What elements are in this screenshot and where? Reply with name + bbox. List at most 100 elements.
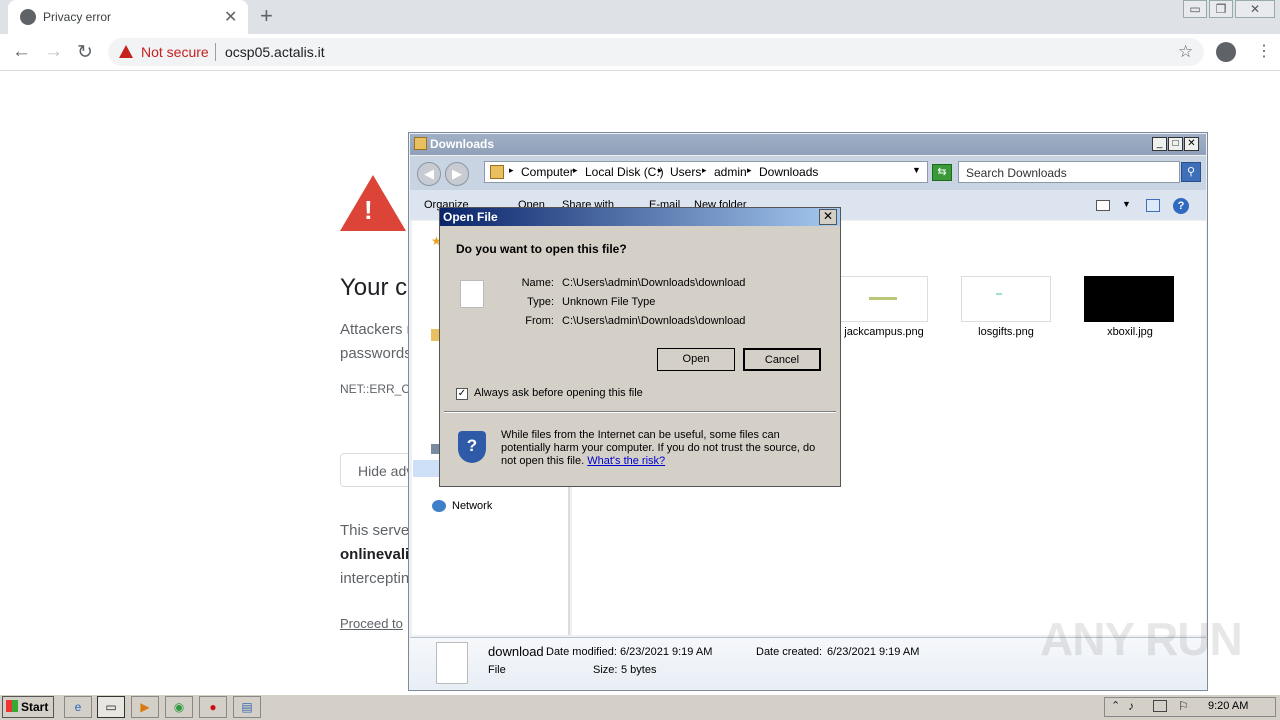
name-label: Name:: [521, 277, 554, 289]
address-dropdown-icon[interactable]: ▼: [912, 165, 921, 175]
network-tray-icon[interactable]: [1153, 700, 1167, 712]
from-label: From:: [525, 315, 554, 327]
file-thumbnail-losgifts[interactable]: [961, 276, 1051, 322]
breadcrumb-computer[interactable]: Computer: [521, 165, 574, 179]
search-icon[interactable]: ⚲: [1181, 162, 1201, 182]
tray-expand-icon[interactable]: ⌃: [1111, 699, 1120, 712]
chevron-icon: ▸: [658, 165, 663, 175]
details-created-label: Date created:: [756, 646, 823, 658]
new-tab-icon[interactable]: +: [260, 3, 273, 29]
file-icon: [436, 642, 468, 684]
refresh-icon[interactable]: ⇆: [932, 164, 952, 181]
explorer-title: Downloads: [410, 134, 1206, 155]
whats-the-risk-link[interactable]: What's the risk?: [587, 455, 665, 467]
forward-icon[interactable]: →: [44, 41, 63, 63]
divider: [215, 43, 216, 61]
chevron-icon: ▸: [702, 165, 707, 175]
explorer-taskbar-icon[interactable]: ▭: [97, 696, 125, 718]
windows-logo-icon: [6, 700, 18, 712]
file-icon: [460, 280, 484, 308]
breadcrumb-downloads[interactable]: Downloads: [759, 165, 818, 179]
explorer-close-icon[interactable]: ✕: [1184, 137, 1199, 151]
chrome-taskbar-icon[interactable]: ◉: [165, 696, 193, 718]
type-value: Unknown File Type: [562, 296, 656, 308]
error-code: NET::ERR_C: [340, 382, 411, 396]
file-thumbnail-xboxil[interactable]: [1084, 276, 1174, 322]
taskbar-clock[interactable]: 9:20 AM: [1208, 700, 1248, 712]
breadcrumb-admin[interactable]: admin: [714, 165, 747, 179]
media-player-taskbar-icon[interactable]: ▶: [131, 696, 159, 718]
type-label: Type:: [527, 296, 554, 308]
error-warning-icon: [340, 175, 406, 231]
exclamation-icon: !: [364, 195, 373, 225]
folder-icon: [490, 165, 504, 179]
preview-pane-icon[interactable]: [1146, 199, 1160, 212]
network-icon: [432, 500, 446, 512]
dialog-close-icon[interactable]: ✕: [819, 209, 837, 225]
dialog-question: Do you want to open this file?: [456, 242, 627, 256]
opera-taskbar-icon[interactable]: ●: [199, 696, 227, 718]
details-file-type: File: [488, 664, 506, 676]
search-input[interactable]: Search Downloads: [958, 161, 1180, 183]
file-name-losgifts[interactable]: losgifts.png: [951, 326, 1061, 338]
thumbnail-preview: [869, 297, 897, 300]
chevron-icon: ▸: [573, 165, 578, 175]
always-ask-label[interactable]: Always ask before opening this file: [474, 387, 643, 399]
watermark: ANY RUN: [1040, 613, 1243, 665]
explorer-back-icon[interactable]: ◀: [417, 162, 441, 186]
file-name-xboxil[interactable]: xboxil.jpg: [1075, 326, 1185, 338]
close-tab-icon[interactable]: ✕: [224, 7, 237, 27]
views-icon[interactable]: [1096, 200, 1110, 211]
notepad-taskbar-icon[interactable]: ▤: [233, 696, 261, 718]
open-button[interactable]: Open: [657, 348, 735, 371]
file-thumbnail-jackcampus[interactable]: [838, 276, 928, 322]
paragraph-line: This server: [340, 522, 415, 539]
tab-title: Privacy error: [43, 10, 112, 24]
nav-network[interactable]: Network: [452, 500, 492, 512]
selected-nav-item[interactable]: [413, 460, 439, 477]
security-shield-icon: ?: [458, 431, 486, 463]
action-center-flag-icon[interactable]: ⚐: [1178, 699, 1189, 713]
tab-privacy-error[interactable]: Privacy error ✕: [8, 0, 248, 34]
paragraph-line: interceptin: [340, 570, 410, 587]
globe-icon: [20, 9, 36, 25]
reload-icon[interactable]: ↻: [77, 41, 93, 64]
warning-icon: [119, 45, 133, 58]
details-size-value: 5 bytes: [621, 664, 657, 676]
file-name-jackcampus[interactable]: jackcampus.png: [829, 326, 939, 338]
paragraph-line: onlinevali: [340, 546, 410, 563]
details-modified-value: 6/23/2021 9:19 AM: [620, 646, 713, 658]
paragraph-line: Attackers r: [340, 321, 412, 338]
volume-icon[interactable]: ♪: [1128, 699, 1134, 713]
menu-icon[interactable]: ⋮: [1256, 41, 1272, 61]
breadcrumb-local-disk[interactable]: Local Disk (C:): [585, 165, 664, 179]
name-value: C:\Users\admin\Downloads\download: [562, 277, 746, 289]
folder-icon: [414, 137, 427, 150]
thumbnail-preview: [996, 293, 1002, 295]
paragraph-line: passwords: [340, 345, 412, 362]
minimize-icon[interactable]: ▭: [1183, 0, 1207, 18]
close-window-icon[interactable]: ✕: [1235, 0, 1275, 18]
cancel-button[interactable]: Cancel: [743, 348, 821, 371]
bookmark-star-icon[interactable]: ☆: [1178, 42, 1193, 62]
chevron-icon: ▸: [509, 165, 514, 175]
breadcrumb-users[interactable]: Users: [670, 165, 701, 179]
page-title: Your c: [340, 274, 408, 301]
always-ask-checkbox[interactable]: ✓: [456, 388, 468, 400]
account-icon[interactable]: [1216, 42, 1236, 62]
details-size-label: Size:: [593, 664, 618, 676]
details-created-value: 6/23/2021 9:19 AM: [827, 646, 920, 658]
url-text[interactable]: ocsp05.actalis.it: [225, 44, 325, 60]
ie-taskbar-icon[interactable]: e: [64, 696, 92, 718]
help-icon[interactable]: ?: [1173, 198, 1189, 214]
explorer-minimize-icon[interactable]: _: [1152, 137, 1167, 151]
security-info: While files from the Internet can be use…: [501, 429, 827, 468]
views-dropdown-icon[interactable]: ▼: [1122, 199, 1131, 209]
proceed-link[interactable]: Proceed to: [340, 616, 403, 631]
explorer-forward-icon[interactable]: ▶: [445, 162, 469, 186]
dialog-divider: [444, 411, 836, 413]
not-secure-label[interactable]: Not secure: [141, 44, 209, 60]
back-icon[interactable]: ←: [12, 41, 31, 63]
explorer-maximize-icon[interactable]: □: [1168, 137, 1183, 151]
restore-icon[interactable]: ❐: [1209, 0, 1233, 18]
